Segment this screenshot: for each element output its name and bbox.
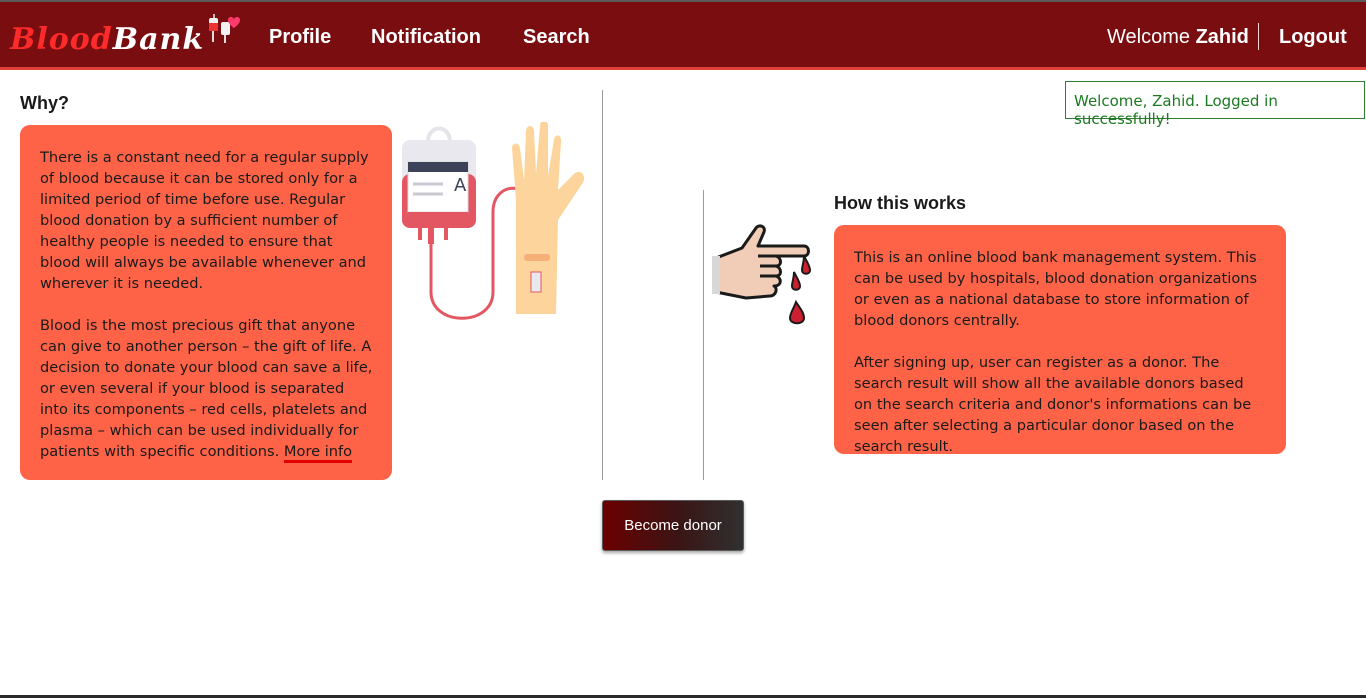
why-card: There is a constant need for a regular s… bbox=[20, 125, 392, 480]
how-it-works-heading: How this works bbox=[834, 193, 967, 213]
how-paragraph-1: This is an online blood bank management … bbox=[854, 249, 1258, 329]
nav-link-notification[interactable]: Notification bbox=[371, 26, 481, 49]
navbar: BloodBank Profile Notification Search We… bbox=[0, 0, 1366, 70]
become-donor-button[interactable]: Become donor bbox=[602, 500, 744, 551]
logo-text-blood: Blood bbox=[10, 22, 113, 57]
nav-link-search[interactable]: Search bbox=[523, 26, 590, 49]
section-divider-right bbox=[703, 190, 704, 480]
how-it-works-card: This is an online blood bank management … bbox=[834, 225, 1286, 455]
logo-text-bank: Bank bbox=[112, 22, 205, 57]
logout-link[interactable]: Logout bbox=[1279, 26, 1347, 49]
logo-text: BloodBank bbox=[10, 22, 204, 57]
more-info-link[interactable]: More info bbox=[283, 443, 353, 463]
welcome-prefix: Welcome bbox=[1107, 26, 1190, 48]
blood-type-label: A bbox=[454, 175, 467, 196]
logo-blood-bag-icon bbox=[209, 14, 240, 43]
why-paragraph-1: There is a constant need for a regular s… bbox=[40, 149, 369, 292]
bleeding-finger-illustration bbox=[712, 224, 812, 325]
brand-logo[interactable]: BloodBank bbox=[10, 10, 240, 60]
why-paragraph-2-text: Blood is the most precious gift that any… bbox=[40, 317, 373, 460]
how-paragraph-2: After signing up, user can register as a… bbox=[854, 354, 1252, 455]
welcome-text: Welcome Zahid bbox=[1107, 26, 1249, 49]
why-heading: Why? bbox=[20, 93, 69, 113]
nav-link-profile[interactable]: Profile bbox=[269, 26, 331, 49]
why-paragraph-2: Blood is the most precious gift that any… bbox=[40, 315, 374, 463]
nav-divider bbox=[1258, 23, 1259, 50]
login-success-alert: Welcome, Zahid. Logged in successfully! bbox=[1065, 81, 1365, 128]
blood-bag-illustration: A bbox=[402, 122, 585, 320]
section-divider-left bbox=[602, 90, 603, 480]
welcome-username: Zahid bbox=[1195, 26, 1249, 48]
